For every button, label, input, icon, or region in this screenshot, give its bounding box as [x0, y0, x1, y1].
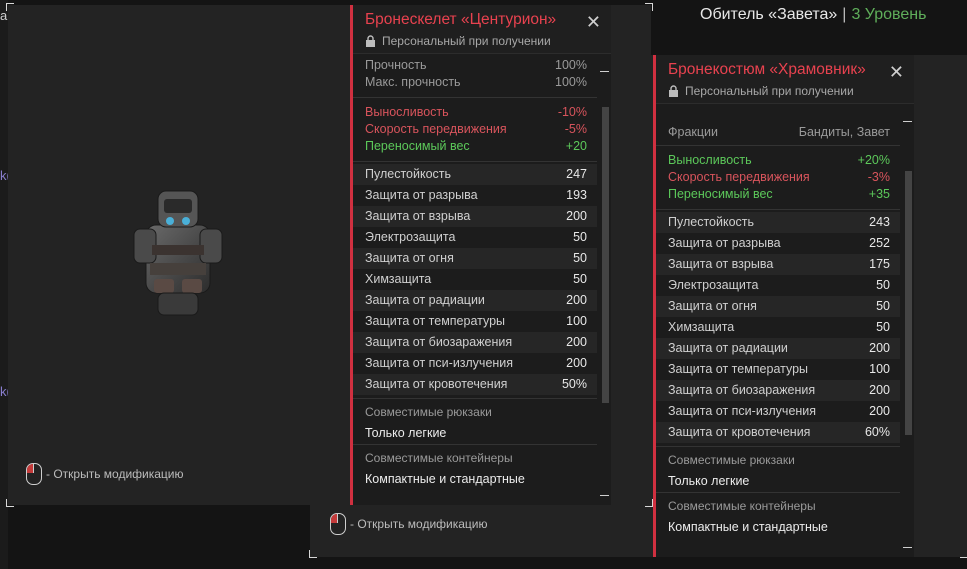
- protection-stats: Пулестойкость 247 Защита от разрыва 193 За…: [353, 161, 597, 398]
- lock-icon: [366, 35, 375, 47]
- modifier-row: Переносимый вес +35: [668, 187, 890, 201]
- stat-row: Электрозащита 50: [365, 230, 587, 244]
- stat-row: Химзащита 50: [668, 320, 890, 334]
- frame-corner: [6, 3, 14, 11]
- stat-row: Защита от радиации 200: [656, 338, 900, 359]
- stat-row: Пулестойкость 243: [656, 212, 900, 233]
- compatible-backpacks: Совместимые рюкзаки Только легкие: [656, 446, 900, 492]
- modifier-row: Переносимый вес +20: [365, 139, 587, 153]
- binding-status-label: Персональный при получении: [382, 34, 551, 48]
- binding-status: Персональный при получении: [668, 84, 904, 98]
- backpacks-label: Совместимые рюкзаки: [365, 405, 492, 419]
- lock-icon: [669, 85, 678, 97]
- location-separator: |: [842, 6, 847, 23]
- stat-row: Защита от радиации 200: [353, 290, 597, 311]
- modifier-row: Выносливость +20%: [668, 153, 890, 167]
- frame-corner: [645, 3, 653, 11]
- location-level: 3 Уровень: [851, 6, 927, 23]
- item-title: Бронекостюм «Храмовник»: [668, 61, 866, 78]
- backpacks-label: Совместимые рюкзаки: [668, 453, 795, 467]
- mouse-right-click-icon: [26, 463, 42, 485]
- stat-row: Защита от кровотечения 60%: [656, 422, 900, 443]
- backpacks-value: Только легкие: [668, 474, 750, 488]
- modifiers-section: Выносливость +20% Скорость передвижения -3…: [656, 145, 900, 209]
- open-modification-label: - Открыть модификацию: [46, 467, 184, 481]
- modifier-row: Скорость передвижения -3%: [668, 170, 890, 184]
- containers-value: Компактные и стандартные: [668, 520, 828, 534]
- modifiers-section: Выносливость -10% Скорость передвижения -5…: [353, 97, 597, 161]
- stat-row: Защита от пси-излучения 200: [365, 356, 587, 370]
- tooltip-header: Бронекостюм «Храмовник» Персональный при…: [656, 55, 914, 104]
- containers-label: Совместимые контейнеры: [668, 499, 816, 513]
- location-header: Обитель «Завета» | 3 Уровень: [700, 6, 926, 24]
- location-name: Обитель «Завета»: [700, 6, 838, 23]
- stat-row: Макс. прочность 100%: [365, 75, 587, 89]
- compatible-backpacks: Совместимые рюкзаки Только легкие: [353, 398, 597, 444]
- background-strip: [0, 0, 8, 569]
- stat-row: Защита от взрыва 175: [656, 254, 900, 275]
- stat-row: Защита от биозаражения 200: [656, 380, 900, 401]
- protection-stats: Пулестойкость 243 Защита от разрыва 252 За…: [656, 209, 900, 446]
- close-icon[interactable]: ✕: [586, 13, 601, 31]
- stat-row: Пулестойкость 247: [353, 164, 597, 185]
- tooltip-body: Прочность 100% Макс. прочность 100% Выносл…: [353, 57, 597, 490]
- containers-value: Компактные и стандартные: [365, 472, 525, 486]
- item-tooltip-centurion: Бронескелет «Центурион» Персональный при…: [350, 5, 611, 505]
- binding-status: Персональный при получении: [365, 34, 601, 48]
- scroll-down-marker: [903, 547, 912, 548]
- modifier-row: Выносливость -10%: [365, 105, 587, 119]
- frame-corner: [309, 550, 317, 558]
- frame-corner: [960, 550, 967, 558]
- stat-row: Защита от огня 50: [353, 248, 597, 269]
- stat-row: Прочность 100%: [365, 58, 587, 72]
- stat-row: Защита от огня 50: [656, 296, 900, 317]
- stat-row: Химзащита 50: [365, 272, 587, 286]
- backpacks-value: Только легкие: [365, 426, 447, 440]
- scrollbar-thumb[interactable]: [602, 107, 609, 403]
- scrollbar-thumb[interactable]: [905, 171, 912, 435]
- frame-corner: [6, 499, 14, 507]
- factions-row: Фракции Бандиты, Завет: [668, 125, 890, 139]
- open-modification-hint[interactable]: - Открыть модификацию: [330, 513, 488, 535]
- compatible-containers: Совместимые контейнеры Компактные и стан…: [656, 492, 900, 538]
- tooltip-scrollbar[interactable]: [902, 107, 914, 557]
- item-tooltip-templar: Бронекостюм «Храмовник» Персональный при…: [653, 55, 914, 557]
- frame-corner: [645, 499, 653, 507]
- containers-label: Совместимые контейнеры: [365, 451, 513, 465]
- stat-row: Защита от температуры 100: [668, 362, 890, 376]
- mouse-right-click-icon: [330, 513, 346, 535]
- armor-exoskeleton-image: [133, 190, 223, 316]
- stat-row: Защита от взрыва 200: [353, 206, 597, 227]
- tooltip-header: Бронескелет «Центурион» Персональный при…: [353, 5, 611, 54]
- binding-status-label: Персональный при получении: [685, 84, 854, 98]
- stat-row: Защита от пси-излучения 200: [668, 404, 890, 418]
- open-modification-hint[interactable]: - Открыть модификацию: [26, 463, 184, 485]
- scroll-up-marker: [600, 71, 609, 72]
- stat-row: Защита от температуры 100: [365, 314, 587, 328]
- tooltip-scrollbar[interactable]: [599, 57, 611, 505]
- close-icon[interactable]: ✕: [889, 63, 904, 81]
- scroll-up-marker: [903, 121, 912, 122]
- stat-row: Защита от разрыва 252: [668, 236, 890, 250]
- stat-row: Защита от кровотечения 50%: [353, 374, 597, 395]
- stat-row: Защита от разрыва 193: [365, 188, 587, 202]
- durability-section: Прочность 100% Макс. прочность 100%: [353, 57, 597, 97]
- open-modification-label: - Открыть модификацию: [350, 517, 488, 531]
- stat-row: Защита от биозаражения 200: [353, 332, 597, 353]
- tooltip-body: Фракции Бандиты, Завет Выносливость +20% С…: [656, 119, 900, 538]
- scroll-down-marker: [600, 495, 609, 496]
- modifier-row: Скорость передвижения -5%: [365, 122, 587, 136]
- compatible-containers: Совместимые контейнеры Компактные и стан…: [353, 444, 597, 490]
- item-title: Бронескелет «Центурион»: [365, 11, 557, 28]
- stat-row: Электрозащита 50: [668, 278, 890, 292]
